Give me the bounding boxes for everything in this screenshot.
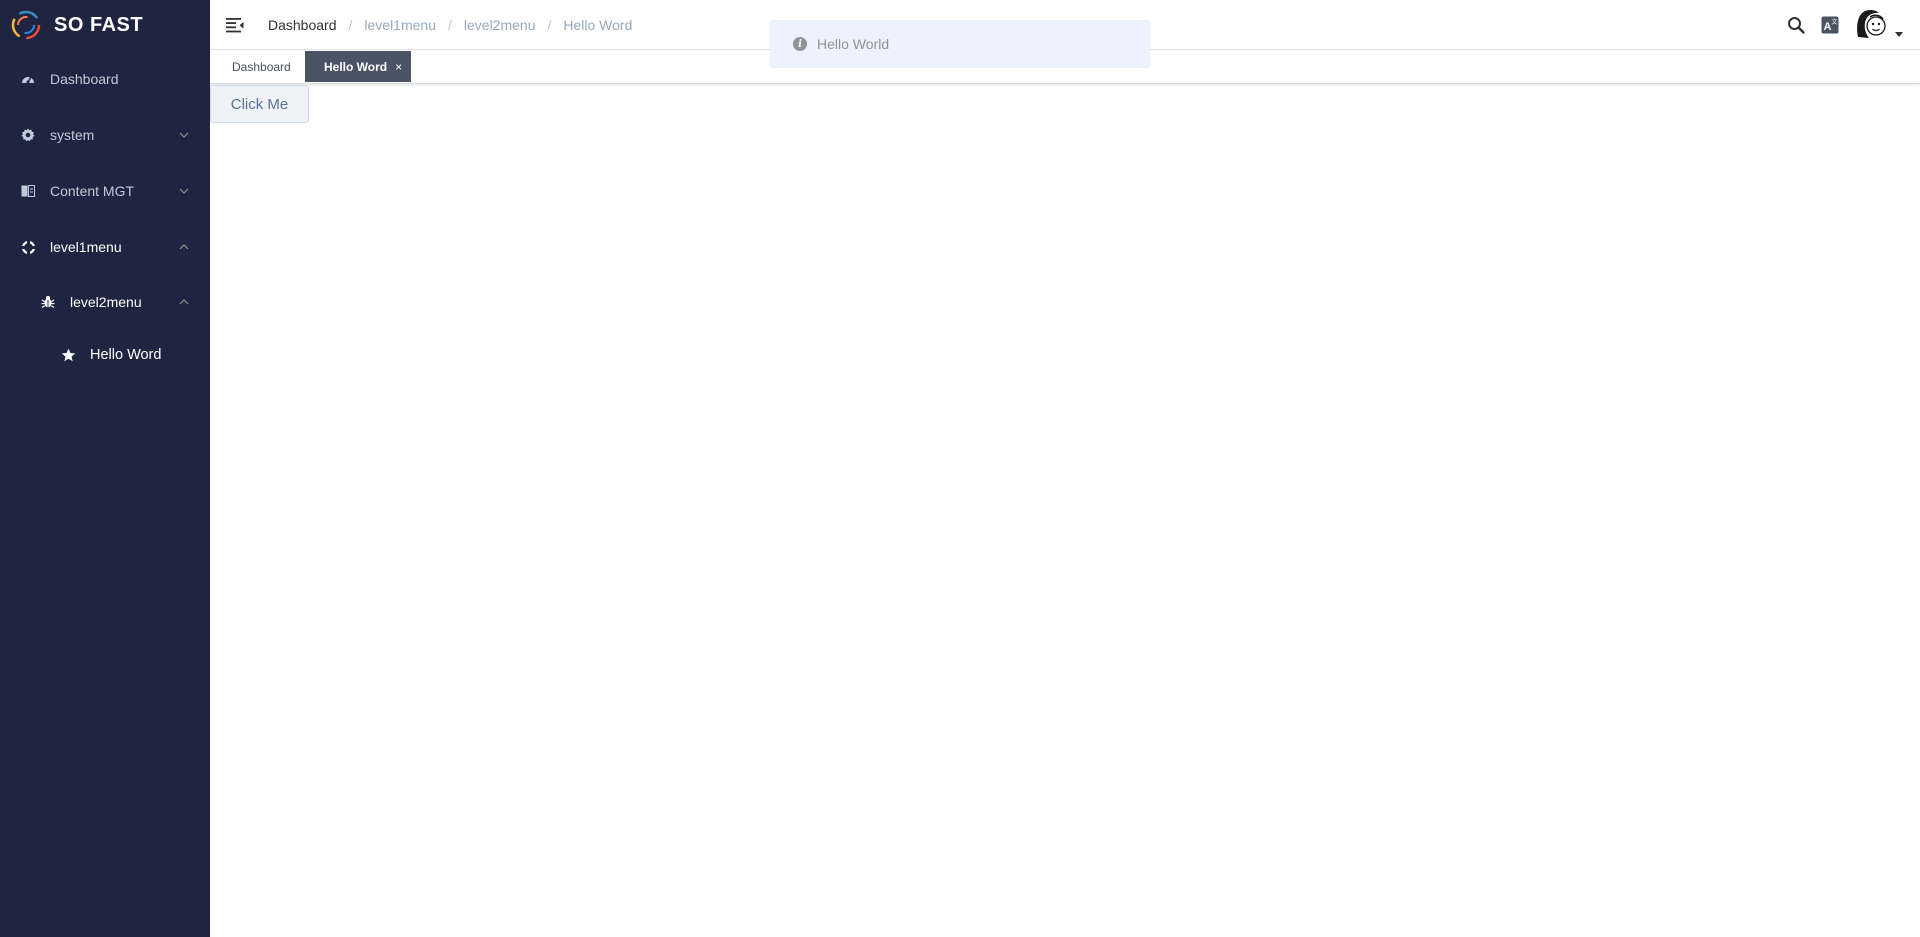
search-icon[interactable] [1786,15,1806,35]
info-icon: i [793,37,807,51]
chevron-up-icon [179,299,189,305]
sidebar-item-hello-word[interactable]: Hello Word [0,327,210,383]
tag-hello-word[interactable]: Hello Word × [305,51,411,82]
sidebar: SO FAST Dashboard system Content MGT lev… [0,0,210,937]
tag-label: Hello Word [324,59,388,74]
breadcrumb: Dashboard / level1menu / level2menu / He… [268,0,632,50]
sidebar-item-level1menu[interactable]: level1menu [0,219,210,275]
tag-label: Dashboard [232,59,291,74]
close-icon[interactable]: × [395,60,402,74]
sidebar-item-dashboard[interactable]: Dashboard [0,51,210,107]
sidebar-item-label: system [50,127,95,143]
breadcrumb-item[interactable]: Dashboard [268,17,337,33]
app-main: Click Me [210,85,1920,937]
svg-text:文: 文 [1832,18,1838,26]
breadcrumb-item: Hello Word [563,17,633,33]
star-icon [60,347,76,363]
tag-dashboard[interactable]: Dashboard [222,51,301,82]
brand-name: SO FAST [54,13,144,36]
sidebar-item-label: level1menu [50,239,122,255]
dashboard-icon [20,71,36,87]
caret-down-icon[interactable] [1894,29,1904,39]
language-icon[interactable]: A文 [1820,15,1840,35]
chevron-down-icon [179,188,189,194]
sidebar-item-level2menu[interactable]: level2menu [0,274,210,330]
breadcrumb-separator: / [348,17,353,33]
gear-icon [20,127,36,143]
message-toast: i Hello World [770,20,1150,68]
brand[interactable]: SO FAST [0,0,210,50]
toast-message: Hello World [817,36,890,52]
bug-icon [40,294,56,310]
avatar[interactable] [1854,7,1890,43]
click-me-button[interactable]: Click Me [210,85,309,123]
svg-text:A: A [1824,21,1832,33]
breadcrumb-item: level1menu [364,17,436,33]
sidebar-item-content-mgt[interactable]: Content MGT [0,163,210,219]
sidebar-item-label: level2menu [70,294,142,310]
sidebar-item-system[interactable]: system [0,107,210,163]
navbar-right-menu: A文 [1786,0,1920,50]
breadcrumb-separator: / [448,17,452,33]
breadcrumb-separator: / [547,17,552,33]
sidebar-item-label: Dashboard [50,71,119,87]
chevron-down-icon [179,132,189,138]
sidebar-item-label: Content MGT [50,183,135,199]
logo-icon [11,10,41,40]
crosshair-icon [20,239,36,255]
hamburger-icon[interactable] [226,16,244,34]
chevron-up-icon [179,244,189,250]
breadcrumb-item: level2menu [463,17,536,33]
sidebar-item-label: Hello Word [90,347,162,363]
book-icon [20,183,36,199]
